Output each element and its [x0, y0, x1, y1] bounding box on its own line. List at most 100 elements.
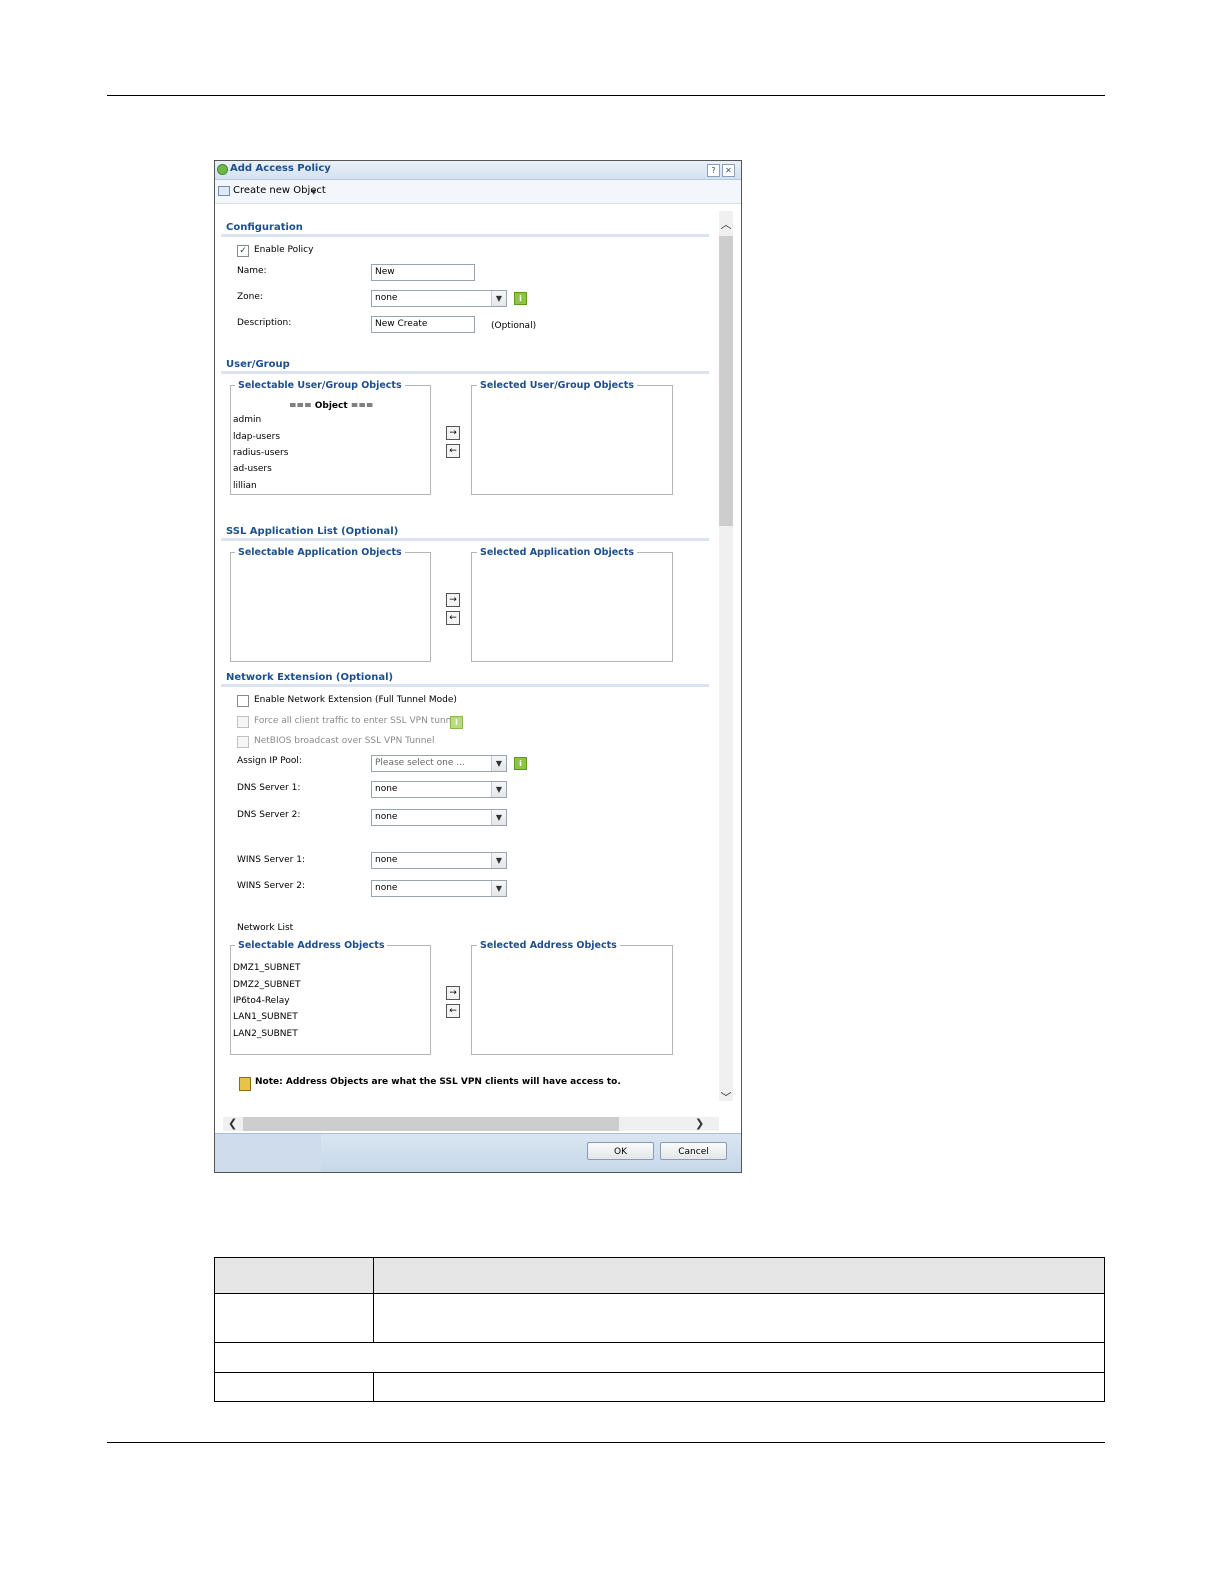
- selected-address-legend: Selected Address Objects: [477, 940, 620, 951]
- close-icon[interactable]: ✕: [722, 164, 735, 177]
- dns-server-1-select[interactable]: none ▼: [371, 781, 507, 798]
- dns-server-2-label: DNS Server 2:: [237, 810, 301, 820]
- network-list-label: Network List: [237, 923, 294, 933]
- add-arrow-icon[interactable]: →: [446, 593, 460, 607]
- list-item[interactable]: DMZ1_SUBNET: [233, 963, 300, 973]
- section-divider: [221, 538, 709, 541]
- wins-server-1-select[interactable]: none ▼: [371, 852, 507, 869]
- add-icon: [217, 164, 228, 175]
- remove-arrow-icon[interactable]: ←: [446, 611, 460, 625]
- remove-arrow-icon[interactable]: ←: [446, 444, 460, 458]
- list-header: === Object ===: [289, 401, 374, 411]
- section-ssl-application: SSL Application List (Optional): [226, 526, 399, 537]
- table-row: [214, 1372, 1105, 1402]
- netbios-checkbox[interactable]: [237, 736, 249, 748]
- chevron-down-icon[interactable]: ▼: [491, 756, 506, 771]
- table-header-row: [214, 1257, 1105, 1294]
- note-text: Note: Address Objects are what the SSL V…: [255, 1077, 621, 1087]
- table-row: [214, 1342, 1105, 1373]
- selectable-application-list[interactable]: [230, 552, 431, 662]
- footer-left-panel: [215, 1134, 321, 1172]
- selected-application-legend: Selected Application Objects: [477, 547, 638, 558]
- enable-policy-checkbox[interactable]: ✓: [237, 245, 249, 257]
- description-label: Description:: [237, 318, 292, 328]
- scroll-right-icon[interactable]: ❯: [695, 1117, 704, 1131]
- add-arrow-icon[interactable]: →: [446, 426, 460, 440]
- info-icon[interactable]: i: [514, 757, 527, 770]
- dns-server-2-select[interactable]: none ▼: [371, 809, 507, 826]
- list-item[interactable]: ldap-users: [233, 432, 280, 442]
- ok-button[interactable]: OK: [587, 1142, 654, 1160]
- wins-server-2-value: none: [375, 883, 398, 893]
- selectable-user-group-legend: Selectable User/Group Objects: [235, 380, 405, 391]
- table-cell: [373, 1372, 1105, 1402]
- note-icon: [239, 1077, 251, 1091]
- info-icon[interactable]: i: [450, 716, 463, 729]
- assign-ip-pool-value: Please select one ...: [375, 758, 465, 768]
- chevron-down-icon[interactable]: ▼: [491, 291, 506, 306]
- list-item[interactable]: IP6to4-Relay: [233, 996, 290, 1006]
- enable-policy-label: Enable Policy: [254, 245, 314, 255]
- section-configuration: Configuration: [226, 222, 303, 233]
- enable-network-extension-checkbox[interactable]: [237, 695, 249, 707]
- list-item[interactable]: ad-users: [233, 464, 272, 474]
- horizontal-scrollbar-thumb[interactable]: [243, 1117, 619, 1131]
- assign-ip-pool-select[interactable]: Please select one ... ▼: [371, 755, 507, 772]
- vertical-scrollbar-thumb[interactable]: [719, 236, 733, 526]
- list-item[interactable]: lillian: [233, 481, 257, 491]
- chevron-down-icon[interactable]: ▼: [491, 853, 506, 868]
- table-header-cell: [373, 1257, 1105, 1294]
- scroll-down-icon[interactable]: ﹀: [719, 1089, 733, 1105]
- footer-rule: [107, 1442, 1105, 1443]
- chevron-down-icon[interactable]: ▼: [491, 810, 506, 825]
- selected-user-group-list[interactable]: [471, 385, 673, 495]
- name-label: Name:: [237, 266, 267, 276]
- name-input[interactable]: New: [371, 264, 475, 281]
- selectable-application-legend: Selectable Application Objects: [235, 547, 405, 558]
- zone-label: Zone:: [237, 292, 263, 302]
- wins-server-1-value: none: [375, 855, 398, 865]
- zone-select[interactable]: none ▼: [371, 290, 507, 307]
- force-tunnel-checkbox[interactable]: [237, 716, 249, 728]
- add-arrow-icon[interactable]: →: [446, 986, 460, 1000]
- remove-arrow-icon[interactable]: ←: [446, 1004, 460, 1018]
- table-cell: [373, 1293, 1105, 1343]
- scroll-left-icon[interactable]: ❮: [228, 1117, 237, 1131]
- enable-network-extension-label: Enable Network Extension (Full Tunnel Mo…: [254, 695, 457, 705]
- dialog-toolbar: Create new Object ▼: [215, 180, 741, 204]
- help-icon[interactable]: ?: [707, 164, 720, 177]
- cancel-button[interactable]: Cancel: [660, 1142, 727, 1160]
- header-rule: [107, 95, 1105, 96]
- section-user-group: User/Group: [226, 359, 290, 370]
- list-item[interactable]: radius-users: [233, 448, 288, 458]
- force-tunnel-label: Force all client traffic to enter SSL VP…: [254, 716, 460, 726]
- list-item[interactable]: LAN2_SUBNET: [233, 1029, 298, 1039]
- dns-server-1-label: DNS Server 1:: [237, 783, 301, 793]
- chevron-down-icon[interactable]: ▼: [311, 188, 316, 196]
- description-input[interactable]: New Create: [371, 316, 475, 333]
- selected-address-list[interactable]: [471, 945, 673, 1055]
- list-item[interactable]: admin: [233, 415, 261, 425]
- dialog-title: Add Access Policy: [230, 163, 331, 174]
- table-header-cell: [214, 1257, 374, 1294]
- table-cell: [214, 1342, 1105, 1373]
- dialog-footer: OK Cancel: [215, 1133, 741, 1172]
- selected-application-list[interactable]: [471, 552, 673, 662]
- section-divider: [221, 684, 709, 687]
- zone-value: none: [375, 293, 398, 303]
- list-item[interactable]: DMZ2_SUBNET: [233, 980, 300, 990]
- wins-server-2-select[interactable]: none ▼: [371, 880, 507, 897]
- optional-label: (Optional): [491, 321, 537, 331]
- chevron-down-icon[interactable]: ▼: [491, 782, 506, 797]
- section-network-extension: Network Extension (Optional): [226, 672, 394, 683]
- list-item[interactable]: LAN1_SUBNET: [233, 1012, 298, 1022]
- selectable-address-legend: Selectable Address Objects: [235, 940, 388, 951]
- object-icon: [218, 186, 230, 196]
- scroll-up-icon[interactable]: ︿: [719, 216, 733, 232]
- add-access-policy-dialog: Add Access Policy ? ✕ Create new Object …: [214, 160, 742, 1173]
- wins-server-2-label: WINS Server 2:: [237, 881, 305, 891]
- chevron-down-icon[interactable]: ▼: [491, 881, 506, 896]
- assign-ip-pool-label: Assign IP Pool:: [237, 756, 302, 766]
- section-divider: [221, 234, 709, 237]
- info-icon[interactable]: i: [514, 292, 527, 305]
